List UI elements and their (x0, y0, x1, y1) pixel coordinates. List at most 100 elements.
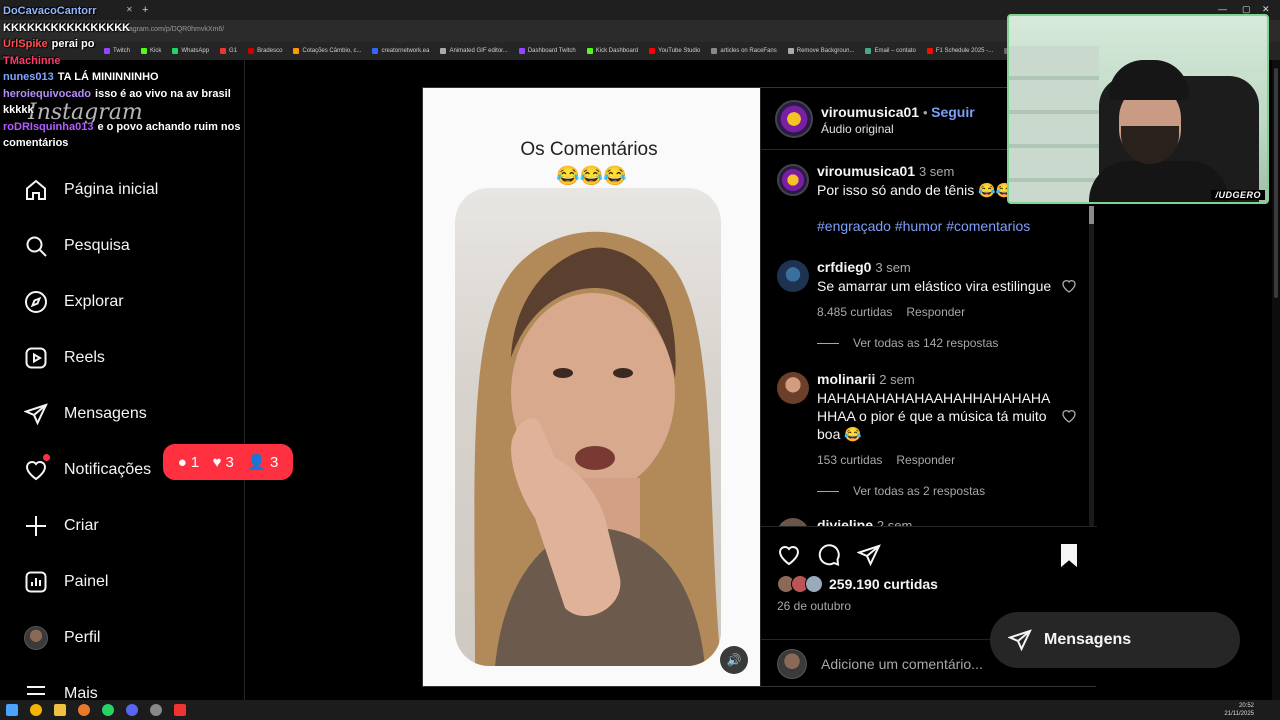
floating-messages-button[interactable]: Mensagens (990, 612, 1240, 668)
chat-message: TMachinne (3, 53, 243, 70)
comment-count: 1 (190, 453, 200, 471)
avatar[interactable] (777, 518, 809, 526)
bookmark-label: Bradesco (257, 48, 283, 54)
like-comment-icon[interactable] (1061, 278, 1077, 294)
nav-dashboard[interactable]: Painel (24, 564, 108, 600)
comment-likes[interactable]: 153 curtidas (817, 451, 882, 469)
bookmark-item[interactable]: Cotações Câmbio, c... (293, 48, 361, 54)
bookmark-favicon-icon (787, 48, 794, 54)
bookmark-icon[interactable] (1057, 543, 1081, 567)
bookmark-favicon-icon (518, 48, 525, 54)
person-illustration (474, 231, 721, 666)
caption-hashtags[interactable]: #engraçado #humor #comentarios (817, 217, 1067, 235)
view-replies-label: Ver todas as 142 respostas (853, 336, 999, 350)
webcam-tag: /UDGERO (1211, 190, 1265, 200)
bookmark-item[interactable]: creatornetwork.ea (372, 48, 429, 54)
heart-icon: ♥ (212, 453, 222, 471)
comment-input[interactable]: Adicione um comentário... (821, 656, 983, 672)
view-replies-button[interactable]: Ver todas as 2 respostas (817, 484, 985, 498)
nav-search[interactable]: Pesquisa (24, 228, 130, 264)
bookmark-label: Kick Dashboard (595, 48, 639, 54)
bookmark-item[interactable]: Email – contato (865, 48, 916, 54)
bookmark-item[interactable]: YouTube Studio (649, 48, 700, 54)
reply-button[interactable]: Responder (896, 451, 955, 469)
bookmark-item[interactable]: Kick Dashboard (586, 48, 639, 54)
caption-username[interactable]: viroumusica01 (817, 163, 915, 179)
bookmark-item[interactable]: Bradesco (248, 48, 282, 54)
streamer-body (1089, 161, 1229, 202)
follow-count: 3 (269, 453, 279, 471)
share-icon[interactable] (857, 543, 881, 567)
follow-button[interactable]: Seguir (931, 104, 975, 120)
discord-icon[interactable] (126, 704, 138, 716)
nav-notifications[interactable]: Notificações (24, 452, 151, 488)
video-frame[interactable] (455, 188, 721, 666)
reply-button[interactable]: Responder (906, 303, 965, 321)
chat-message: DoCavacoCantorr (3, 3, 243, 20)
floating-messages-label: Mensagens (1044, 631, 1132, 648)
avatar[interactable] (777, 372, 809, 404)
app-icon[interactable] (78, 704, 90, 716)
comment-username[interactable]: crfdieg0 (817, 259, 871, 275)
notification-popup[interactable]: ● 1 ♥ 3 👤 3 (163, 444, 293, 480)
chat-username: heroiequivocado (3, 87, 92, 100)
minimize-icon[interactable]: — (1218, 4, 1227, 14)
chart-icon (25, 571, 47, 593)
chat-username: DoCavacoCantorr (3, 5, 97, 17)
avatar[interactable] (777, 164, 809, 196)
chat-username: UrlSpike (3, 38, 48, 50)
bookmark-item[interactable]: Dashboard Twitch (518, 48, 576, 54)
folder-icon[interactable] (54, 704, 66, 716)
nav-reels[interactable]: Reels (24, 340, 105, 376)
chat-username: nunes013 (3, 71, 54, 83)
view-replies-label: Ver todas as 2 respostas (853, 484, 986, 498)
bookmark-item[interactable]: Remove Backgroun... (787, 48, 854, 54)
person-icon: 👤 (247, 454, 266, 471)
chat-username: TMachinne (3, 54, 61, 67)
like-comment-icon[interactable] (1061, 408, 1077, 424)
nav-explore[interactable]: Explorar (24, 284, 124, 320)
bookmark-favicon-icon (926, 48, 933, 54)
clock-time: 20:52 (1238, 703, 1254, 709)
obs-icon[interactable] (150, 704, 162, 716)
comment-username[interactable]: molinarii (817, 371, 875, 387)
avatar[interactable] (777, 260, 809, 292)
comment-text: Se amarrar um elástico vira estilingue (817, 278, 1052, 294)
chat-text: perai po (51, 38, 95, 50)
plus-icon (26, 516, 46, 536)
audio-label[interactable]: Áudio original (821, 122, 894, 136)
whatsapp-icon[interactable] (102, 704, 114, 716)
page-scrollbar[interactable] (1272, 60, 1280, 700)
comment-icon[interactable] (817, 543, 841, 567)
nav-messages[interactable]: Mensagens (24, 396, 147, 432)
view-replies-button[interactable]: Ver todas as 142 respostas (817, 336, 998, 350)
comment-likes[interactable]: 8.485 curtidas (817, 303, 892, 321)
bookmark-item[interactable]: articles on RaceFans (711, 48, 777, 54)
bookmark-item[interactable]: F1 Schedule 2025 -... (926, 48, 993, 54)
chrome-icon[interactable] (30, 704, 42, 716)
chat-text: KKKKKKKKKKKKKKKK (3, 21, 131, 34)
author-avatar[interactable] (775, 100, 813, 138)
mute-button[interactable]: 🔊 (720, 646, 748, 674)
likes-summary[interactable]: 259.190 curtidas (777, 575, 938, 593)
bookmark-favicon-icon (293, 48, 300, 54)
chat-message: roDRIsquinha013 e o povo achando ruim nos… (3, 119, 243, 152)
nav-profile[interactable]: Perfil (24, 620, 100, 656)
nav-label: Pesquisa (64, 237, 130, 254)
like-icon[interactable] (777, 543, 801, 567)
bookmark-item[interactable]: Animated GIF editor... (440, 48, 508, 54)
nav-label: Painel (64, 573, 109, 590)
app-icon[interactable] (174, 704, 186, 716)
home-icon (26, 179, 46, 200)
post-media[interactable]: Os Comentários 😂😂😂 🔊 (423, 88, 760, 686)
chat-message: heroiequivocado isso é ao vivo na av bras… (3, 86, 243, 119)
nav-home[interactable]: Página inicial (24, 172, 158, 208)
send-icon (24, 403, 48, 426)
system-clock[interactable]: 20:52 21/11/2025 (1224, 702, 1254, 718)
bookmark-label: Cotações Câmbio, c... (302, 48, 362, 54)
comments-scrollbar[interactable] (1089, 206, 1094, 526)
comment-username[interactable]: divielipe (817, 517, 873, 526)
nav-create[interactable]: Criar (24, 508, 99, 544)
author-username[interactable]: viroumusica01 (821, 104, 919, 120)
start-icon[interactable] (6, 704, 18, 716)
